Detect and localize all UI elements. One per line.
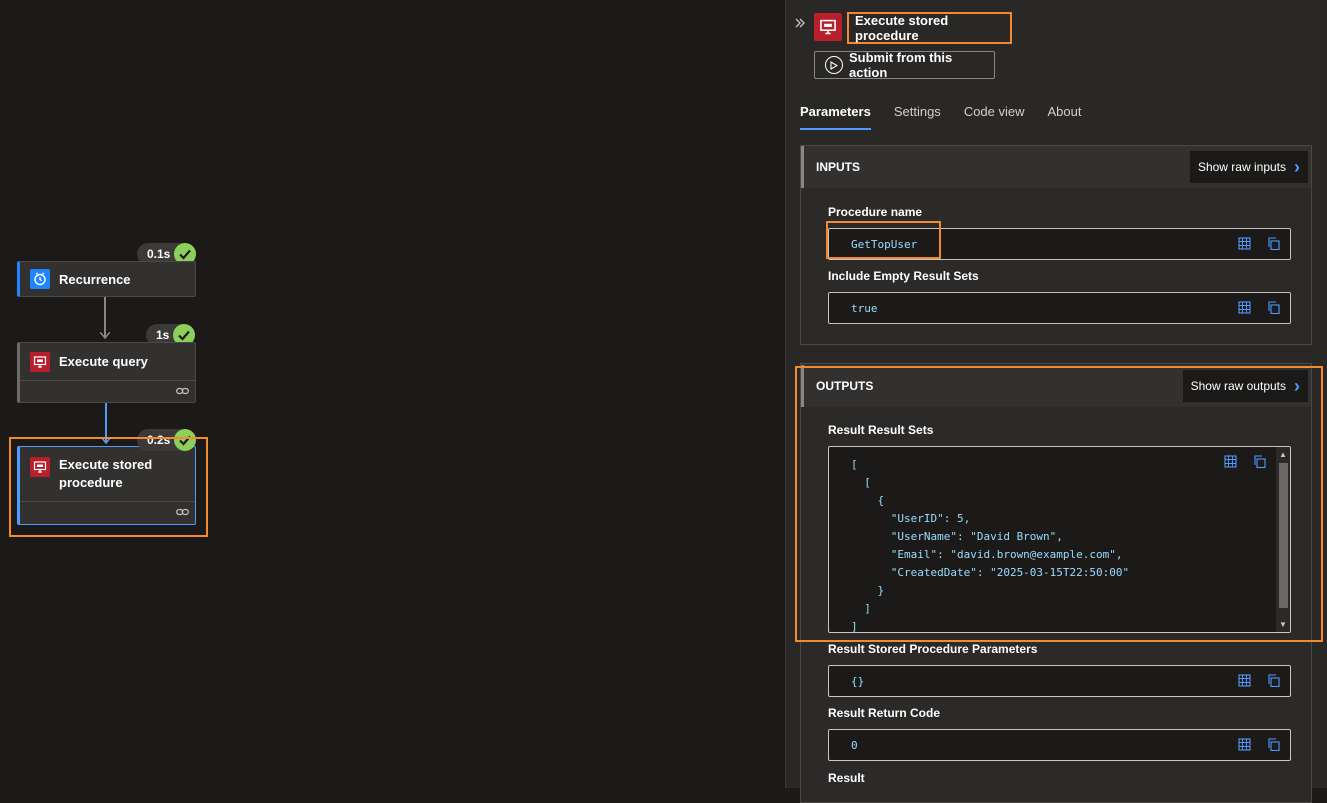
section-title: OUTPUTS — [816, 379, 874, 393]
copy-icon[interactable] — [1267, 674, 1280, 687]
node-execute-query[interactable]: Execute query — [17, 342, 196, 403]
raw-button-label: Show raw outputs — [1190, 379, 1286, 393]
outputs-header[interactable]: OUTPUTS Show raw outputs › — [801, 365, 1311, 407]
duration-text: 0.1s — [147, 247, 171, 261]
copy-icon[interactable] — [1253, 455, 1266, 468]
arrow-head — [100, 332, 110, 340]
field-value: 0 — [851, 739, 858, 752]
arrow-head — [101, 437, 111, 445]
double-chevron-right-icon[interactable] — [794, 17, 808, 31]
expand-icon[interactable] — [1238, 237, 1251, 250]
result-sets-code-box[interactable]: [ [ { "UserID": 5, "UserName": "David Br… — [828, 446, 1291, 633]
field-label: Result Return Code — [828, 706, 941, 720]
expand-icon[interactable] — [1224, 455, 1237, 468]
details-panel: Execute stored procedure Submit from thi… — [785, 0, 1327, 803]
field-label: Procedure name — [828, 205, 923, 219]
expand-icon[interactable] — [1238, 301, 1251, 314]
play-circle-icon — [825, 56, 843, 74]
stored-procedure-parameters-field[interactable]: {} — [828, 665, 1291, 697]
chevron-right-icon: › — [1294, 376, 1300, 396]
field-value: true — [851, 302, 878, 315]
submit-label: Submit from this action — [848, 50, 953, 80]
node-recurrence[interactable]: Recurrence — [17, 261, 196, 297]
scroll-thumb[interactable] — [1279, 463, 1288, 608]
sql-monitor-icon — [30, 351, 50, 372]
action-title[interactable]: Execute stored procedure — [847, 12, 1012, 44]
field-label: Include Empty Result Sets — [828, 269, 979, 283]
chevron-right-icon: › — [1294, 157, 1300, 177]
scroll-up-icon[interactable]: ▲ — [1279, 450, 1287, 459]
duration-text: 0.2s — [147, 433, 171, 447]
procedure-name-field[interactable]: GetTopUser — [828, 228, 1291, 260]
field-label: Result Result Sets — [828, 423, 934, 437]
sql-monitor-icon — [814, 13, 842, 41]
submit-from-action-button[interactable]: Submit from this action — [814, 50, 995, 80]
node-label: Execute stored procedure — [59, 457, 153, 490]
section-title: INPUTS — [816, 160, 861, 174]
designer-canvas: 0.1s Recurrence 1s Execute query Execute… — [0, 0, 785, 788]
duration-text: 1s — [156, 328, 170, 342]
raw-button-label: Show raw inputs — [1197, 160, 1286, 174]
field-label: Result Stored Procedure Parameters — [828, 642, 1038, 656]
copy-icon[interactable] — [1267, 738, 1280, 751]
scroll-down-icon[interactable]: ▼ — [1279, 620, 1287, 629]
node-label: Execute query — [59, 354, 148, 369]
field-value: GetTopUser — [851, 238, 918, 251]
include-empty-result-sets-field[interactable]: true — [828, 292, 1291, 324]
scrollbar[interactable]: ▲ ▼ — [1276, 447, 1290, 632]
copy-icon[interactable] — [1267, 301, 1280, 314]
tab-settings[interactable]: Settings — [894, 102, 941, 129]
tab-bar: Parameters Settings Code view About — [800, 102, 1105, 130]
sql-monitor-icon — [30, 457, 50, 477]
copy-icon[interactable] — [1267, 237, 1280, 250]
link-icon[interactable] — [176, 504, 189, 522]
show-raw-inputs-button[interactable]: Show raw inputs › — [1189, 151, 1308, 183]
node-label: Recurrence — [59, 271, 131, 287]
tab-parameters[interactable]: Parameters — [800, 102, 871, 130]
expand-icon[interactable] — [1238, 674, 1251, 687]
node-execute-stored-procedure[interactable]: Execute stored procedure — [17, 446, 196, 525]
field-value: {} — [851, 675, 865, 688]
clock-icon — [30, 269, 50, 289]
inputs-header[interactable]: INPUTS Show raw inputs › — [801, 146, 1311, 188]
tab-code-view[interactable]: Code view — [964, 102, 1025, 129]
duration-badge: 0.2s — [137, 429, 197, 451]
result-sets-json: [ [ { "UserID": 5, "UserName": "David Br… — [851, 458, 1130, 633]
show-raw-outputs-button[interactable]: Show raw outputs › — [1182, 370, 1308, 402]
result-return-code-field[interactable]: 0 — [828, 729, 1291, 761]
expand-icon[interactable] — [1238, 738, 1251, 751]
tab-about[interactable]: About — [1048, 102, 1082, 129]
field-label: Result — [828, 771, 865, 785]
link-icon[interactable] — [176, 383, 189, 401]
connector — [104, 297, 106, 337]
